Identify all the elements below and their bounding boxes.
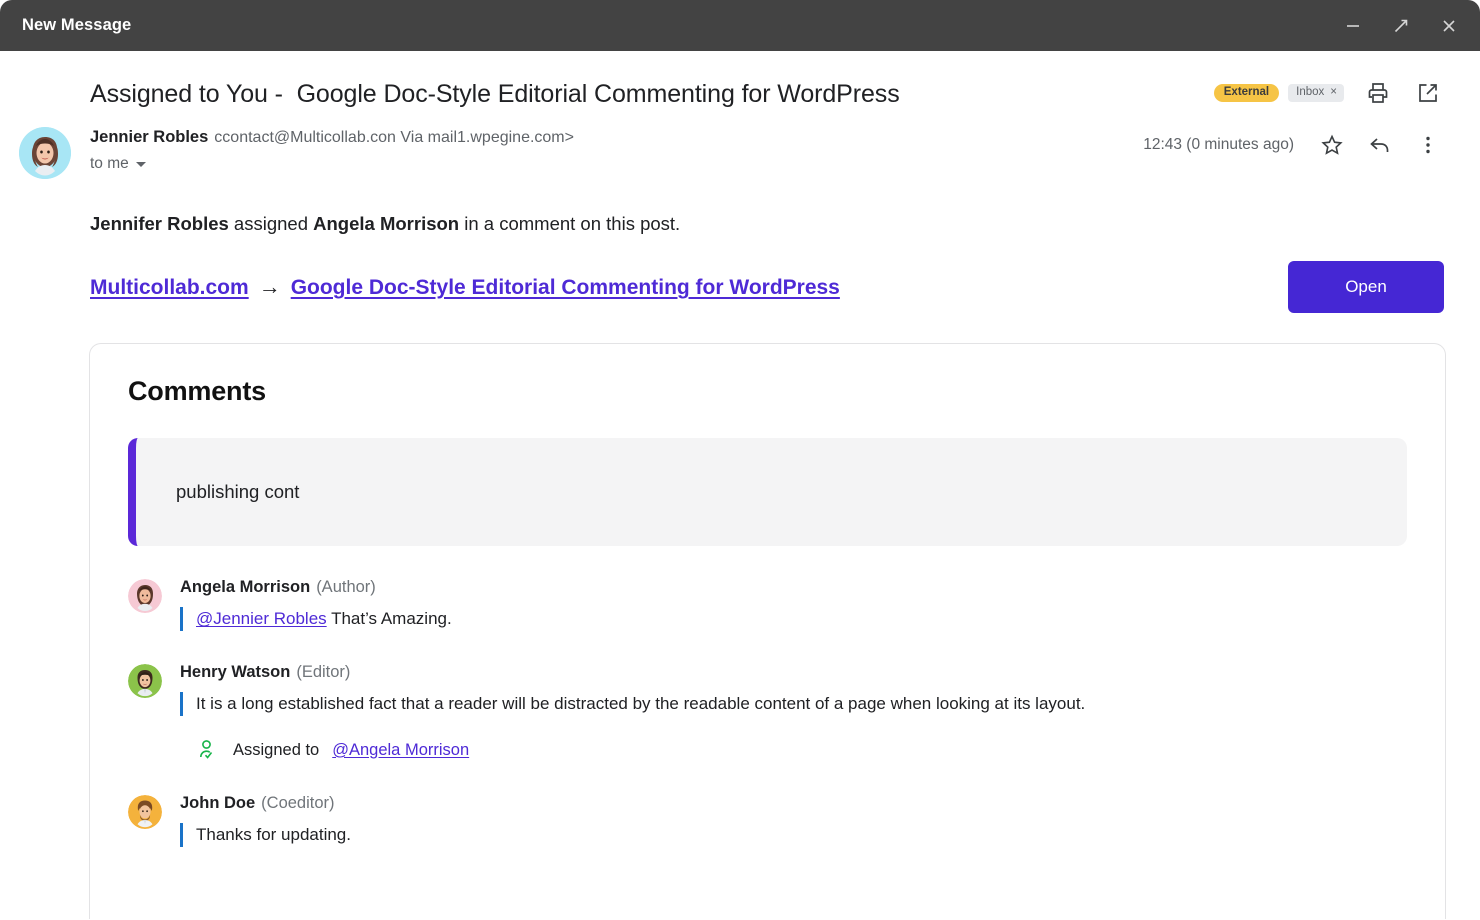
chevron-down-icon[interactable] <box>135 161 146 167</box>
breadcrumb-post-link[interactable]: Google Doc-Style Editorial Commenting fo… <box>291 276 840 300</box>
comment-text-rest: That’s Amazing. <box>326 609 452 628</box>
sender-address: ccontact@Multicollab.con Via mail1.wpegi… <box>214 129 574 146</box>
comment-item: John Doe (Coeditor) Thanks for updating. <box>128 792 1407 847</box>
page-title: Assigned to You - Google Doc-Style Edito… <box>90 79 900 108</box>
window-title: New Message <box>22 16 132 34</box>
email-body: Jennifer Robles assigned Angela Morrison… <box>0 211 1480 313</box>
open-in-new-icon[interactable] <box>1412 77 1444 109</box>
print-icon[interactable] <box>1362 77 1394 109</box>
comment-item: Henry Watson (Editor) It is a long establ… <box>128 661 1407 762</box>
quoted-content-text: publishing cont <box>176 481 300 502</box>
assigned-mention-link[interactable]: @Angela Morrison <box>332 741 469 760</box>
comment-body: John Doe (Coeditor) Thanks for updating. <box>180 792 1407 847</box>
breadcrumb: Multicollab.com → Google Doc-Style Edito… <box>90 274 840 300</box>
sender-line: Jennier Robles ccontact@Multicollab.con V… <box>90 126 1143 149</box>
subject-row: Assigned to You - Google Doc-Style Edito… <box>0 51 1480 111</box>
comment-text: Thanks for updating. <box>180 823 1407 847</box>
assigned-label: Assigned to <box>233 740 320 759</box>
avatar <box>128 579 162 613</box>
subject-tools: External Inbox × <box>1213 77 1444 111</box>
mention-link[interactable]: @Jennier Robles <box>196 609 327 628</box>
notice-tail: in a comment on this post. <box>459 213 681 234</box>
recipient-row[interactable]: to me <box>90 155 1143 173</box>
sender-row: Jennier Robles ccontact@Multicollab.con V… <box>0 111 1480 179</box>
status-badge-external[interactable]: External <box>1213 83 1280 103</box>
arrow-right-icon: → <box>258 274 281 299</box>
comment-body: Henry Watson (Editor) It is a long establ… <box>180 661 1407 762</box>
assignment-notice: Jennifer Robles assigned Angela Morrison… <box>90 211 1444 237</box>
comment-header: John Doe (Coeditor) <box>180 792 1407 814</box>
comment-header: Henry Watson (Editor) <box>180 661 1407 683</box>
notice-target: Angela Morrison <box>313 213 460 234</box>
recipient-label: to me <box>90 155 129 172</box>
assigned-row: Assigned to @Angela Morrison <box>196 738 1407 762</box>
sender-name: Jennier Robles <box>90 128 209 146</box>
email-content: Assigned to You - Google Doc-Style Edito… <box>0 51 1480 919</box>
avatar <box>128 795 162 829</box>
notice-verb: assigned <box>228 213 314 234</box>
breadcrumb-site-link[interactable]: Multicollab.com <box>90 276 249 300</box>
breadcrumb-row: Multicollab.com → Google Doc-Style Edito… <box>90 261 1444 313</box>
person-check-icon <box>196 738 220 762</box>
comment-author: John Doe <box>180 794 256 812</box>
label-chip-inbox[interactable]: Inbox × <box>1288 83 1344 103</box>
comment-text: @Jennier Robles That’s Amazing. <box>180 607 1407 631</box>
avatar-wrap <box>0 123 90 179</box>
comment-author: Henry Watson <box>180 663 291 681</box>
comments-card: Comments publishing cont Angela Morrison… <box>89 343 1446 919</box>
comment-text: It is a long established fact that a rea… <box>180 692 1407 716</box>
reply-icon[interactable] <box>1364 129 1396 161</box>
window-controls <box>1336 9 1466 43</box>
comment-header: Angela Morrison (Author) <box>180 576 1407 598</box>
comment-body: Angela Morrison (Author) @Jennier Robles … <box>180 576 1407 631</box>
notice-actor: Jennifer Robles <box>90 213 229 234</box>
minimize-icon[interactable] <box>1336 9 1370 43</box>
email-window: New Message Assigned to You - Google Doc… <box>0 0 1480 920</box>
star-icon[interactable] <box>1316 129 1348 161</box>
close-icon[interactable] <box>1432 9 1466 43</box>
comment-role: (Editor) <box>296 663 351 681</box>
timestamp: 12:43 (0 minutes ago) <box>1143 136 1294 153</box>
comment-role: (Coeditor) <box>261 794 335 812</box>
comments-title: Comments <box>128 376 266 406</box>
sender-details: Jennier Robles ccontact@Multicollab.con V… <box>90 123 1143 173</box>
comment-item: Angela Morrison (Author) @Jennier Robles … <box>128 576 1407 631</box>
close-icon[interactable]: × <box>1330 86 1337 99</box>
more-vertical-icon[interactable] <box>1412 129 1444 161</box>
label-chip-inbox-text: Inbox <box>1296 85 1325 98</box>
open-button[interactable]: Open <box>1288 261 1444 313</box>
message-actions: 12:43 (0 minutes ago) <box>1143 123 1444 161</box>
comment-role: (Author) <box>316 578 376 596</box>
comment-author: Angela Morrison <box>180 578 311 596</box>
quoted-content-block: publishing cont <box>128 438 1407 546</box>
window-titlebar: New Message <box>0 0 1480 51</box>
popout-arrow-icon[interactable] <box>1384 9 1418 43</box>
label-badges: External Inbox × <box>1213 83 1344 103</box>
avatar <box>128 664 162 698</box>
avatar <box>19 127 71 179</box>
